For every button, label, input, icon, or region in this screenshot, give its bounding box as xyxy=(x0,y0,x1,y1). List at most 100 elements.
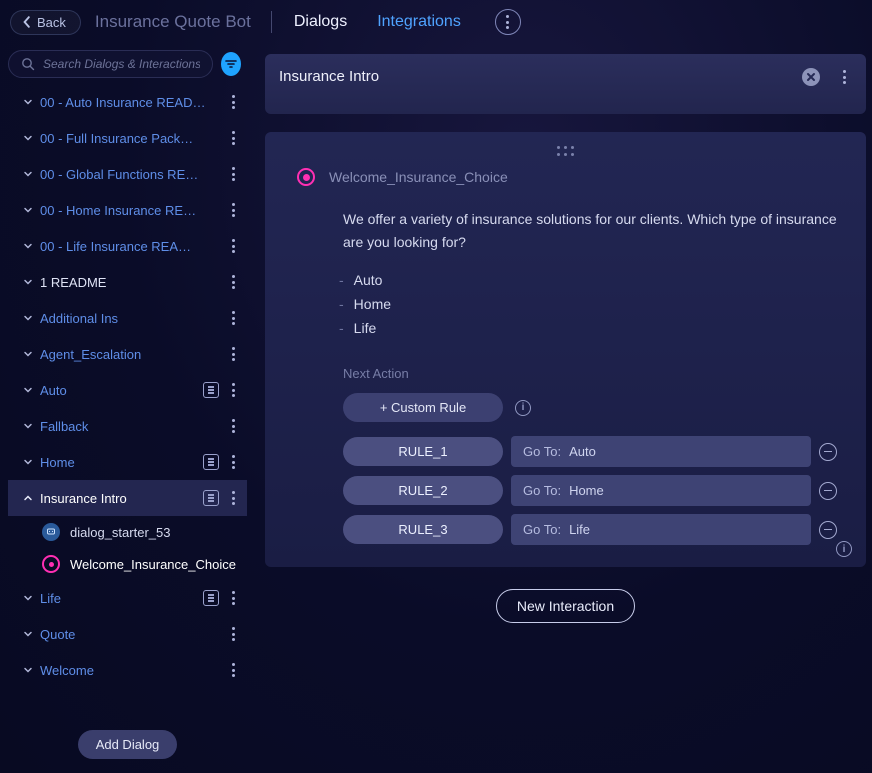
rule-chip[interactable]: RULE_2 xyxy=(343,476,503,505)
ellipsis-vertical-icon xyxy=(232,591,235,604)
option-item[interactable]: Life xyxy=(339,316,848,340)
tree-item-menu[interactable] xyxy=(225,591,241,604)
tree-item-label: 00 - Global Functions RE… xyxy=(40,167,225,182)
tree-item[interactable]: 00 - Global Functions RE… xyxy=(8,156,247,192)
tree-item-menu[interactable] xyxy=(225,311,241,324)
ellipsis-vertical-icon xyxy=(232,167,235,180)
rule-chip[interactable]: RULE_3 xyxy=(343,515,503,544)
tree-item-menu[interactable] xyxy=(225,275,241,288)
chevron-down-icon[interactable] xyxy=(20,629,36,639)
filter-button[interactable] xyxy=(221,52,241,76)
tree-item-label: Additional Ins xyxy=(40,311,225,326)
tree-item-menu[interactable] xyxy=(225,131,241,144)
tree-item[interactable]: Fallback xyxy=(8,408,247,444)
dialog-starter-icon xyxy=(42,523,60,541)
tree-item[interactable]: 00 - Life Insurance REA… xyxy=(8,228,247,264)
new-interaction-button[interactable]: New Interaction xyxy=(496,589,635,623)
tree-item-menu[interactable] xyxy=(225,203,241,216)
goto-selector[interactable]: Go To:Home xyxy=(511,475,811,506)
tree-item-menu[interactable] xyxy=(225,383,241,396)
tree-item[interactable]: Insurance Intro xyxy=(8,480,247,516)
chevron-down-icon[interactable] xyxy=(20,169,36,179)
chevron-down-icon[interactable] xyxy=(20,385,36,395)
ellipsis-vertical-icon xyxy=(232,203,235,216)
add-dialog-button[interactable]: Add Dialog xyxy=(78,730,178,759)
tree-item[interactable]: 00 - Auto Insurance READ… xyxy=(8,84,247,120)
nav-tabs: Dialogs Integrations xyxy=(294,3,461,41)
close-panel-button[interactable] xyxy=(802,68,820,86)
tree-subitem-label: dialog_starter_53 xyxy=(70,525,170,540)
tree-item[interactable]: 00 - Home Insurance RE… xyxy=(8,192,247,228)
panel-menu-button[interactable] xyxy=(836,70,852,83)
tree-item-menu[interactable] xyxy=(225,239,241,252)
tree-item-menu[interactable] xyxy=(225,455,241,468)
tree-item[interactable]: Life xyxy=(8,580,247,616)
remove-rule-button[interactable] xyxy=(819,482,837,500)
option-item[interactable]: Home xyxy=(339,292,848,316)
interaction-prompt[interactable]: We offer a variety of insurance solution… xyxy=(343,208,848,254)
ellipsis-vertical-icon xyxy=(232,663,235,676)
search-input[interactable] xyxy=(43,57,200,71)
tree-item-label: Fallback xyxy=(40,419,225,434)
tree-item-menu[interactable] xyxy=(225,95,241,108)
goto-selector[interactable]: Go To:Auto xyxy=(511,436,811,467)
app-title: Insurance Quote Bot xyxy=(95,12,251,32)
goto-selector[interactable]: Go To:Life xyxy=(511,514,811,545)
tree-item[interactable]: Welcome xyxy=(8,652,247,688)
search-box[interactable] xyxy=(8,50,213,78)
chevron-down-icon[interactable] xyxy=(20,457,36,467)
interaction-card: Welcome_Insurance_Choice We offer a vari… xyxy=(265,132,866,567)
chevron-down-icon[interactable] xyxy=(20,421,36,431)
tree-subitem[interactable]: Welcome_Insurance_Choice xyxy=(8,548,247,580)
panel-header: Insurance Intro xyxy=(265,54,866,114)
tree-item-menu[interactable] xyxy=(225,347,241,360)
ellipsis-vertical-icon xyxy=(232,627,235,640)
option-item[interactable]: Auto xyxy=(339,268,848,292)
tree-item[interactable]: 1 README xyxy=(8,264,247,300)
remove-rule-button[interactable] xyxy=(819,521,837,539)
tree-item[interactable]: Home xyxy=(8,444,247,480)
tree-subitem[interactable]: dialog_starter_53 xyxy=(8,516,247,548)
ellipsis-vertical-icon xyxy=(232,455,235,468)
tab-dialogs[interactable]: Dialogs xyxy=(294,3,347,41)
tree-item[interactable]: Auto xyxy=(8,372,247,408)
header-menu-button[interactable] xyxy=(495,9,521,35)
tree-item-label: Insurance Intro xyxy=(40,491,203,506)
tree-item-menu[interactable] xyxy=(225,419,241,432)
drag-handle-icon[interactable] xyxy=(557,146,575,157)
tree-item[interactable]: Additional Ins xyxy=(8,300,247,336)
card-info-icon[interactable]: i xyxy=(836,541,852,557)
chevron-down-icon[interactable] xyxy=(20,241,36,251)
tree-item-menu[interactable] xyxy=(225,167,241,180)
close-icon xyxy=(806,72,816,82)
sidebar: 00 - Auto Insurance READ… 00 - Full Insur… xyxy=(0,44,247,773)
chevron-down-icon[interactable] xyxy=(20,313,36,323)
chevron-down-icon[interactable] xyxy=(20,593,36,603)
back-button[interactable]: Back xyxy=(10,10,81,35)
chevron-up-icon[interactable] xyxy=(20,493,36,503)
tab-integrations[interactable]: Integrations xyxy=(377,3,461,41)
tree-item[interactable]: Agent_Escalation xyxy=(8,336,247,372)
remove-rule-button[interactable] xyxy=(819,443,837,461)
chevron-down-icon[interactable] xyxy=(20,97,36,107)
ellipsis-vertical-icon xyxy=(232,347,235,360)
chevron-down-icon[interactable] xyxy=(20,205,36,215)
chevron-down-icon[interactable] xyxy=(20,277,36,287)
add-custom-rule-button[interactable]: + Custom Rule xyxy=(343,393,503,422)
info-icon[interactable]: i xyxy=(515,400,531,416)
tree-item-label: 00 - Full Insurance Pack… xyxy=(40,131,225,146)
tree-item[interactable]: 00 - Full Insurance Pack… xyxy=(8,120,247,156)
top-header: Back Insurance Quote Bot Dialogs Integra… xyxy=(0,0,872,44)
tree-item-menu[interactable] xyxy=(225,491,241,504)
chevron-down-icon[interactable] xyxy=(20,665,36,675)
tree-item[interactable]: Quote xyxy=(8,616,247,652)
option-label: Life xyxy=(354,320,377,336)
chevron-down-icon[interactable] xyxy=(20,133,36,143)
goto-label: Go To: xyxy=(523,522,561,537)
tree-item-menu[interactable] xyxy=(225,663,241,676)
interaction-name[interactable]: Welcome_Insurance_Choice xyxy=(329,169,508,185)
chevron-down-icon[interactable] xyxy=(20,349,36,359)
goto-target: Home xyxy=(569,483,604,498)
tree-item-menu[interactable] xyxy=(225,627,241,640)
rule-chip[interactable]: RULE_1 xyxy=(343,437,503,466)
